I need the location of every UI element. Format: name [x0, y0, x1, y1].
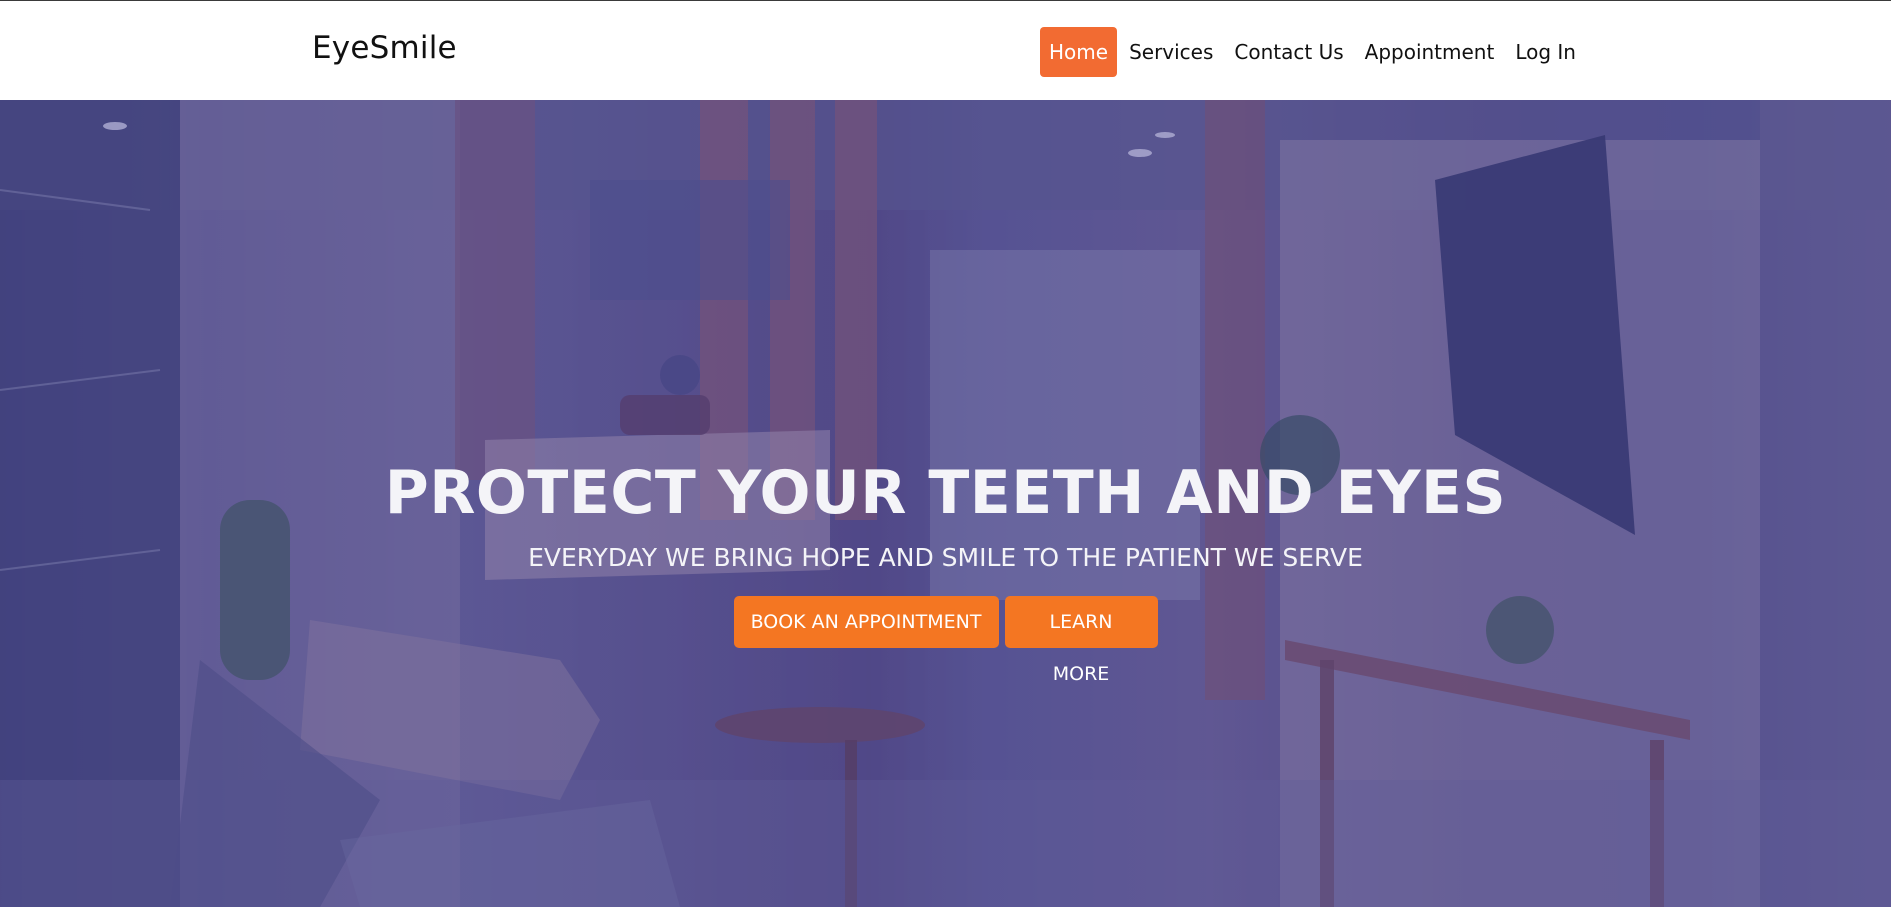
hero-section: PROTECT YOUR TEETH AND EYES EVERYDAY WE …	[0, 100, 1891, 907]
nav-item-services[interactable]: Services	[1120, 27, 1222, 77]
nav-item-contact-us[interactable]: Contact Us	[1225, 27, 1352, 77]
top-navbar: EyeSmile Home Services Contact Us Appoin…	[0, 0, 1891, 100]
brand-logo[interactable]: EyeSmile	[312, 30, 457, 66]
main-nav: Home Services Contact Us Appointment Log…	[1040, 27, 1588, 77]
book-appointment-button[interactable]: BOOK AN APPOINTMENT	[733, 596, 999, 648]
nav-item-home[interactable]: Home	[1040, 27, 1118, 77]
hero-actions: BOOK AN APPOINTMENT LEARN MORE	[0, 596, 1891, 685]
learn-more-button[interactable]: LEARN MORE	[1004, 596, 1158, 685]
hero-content: PROTECT YOUR TEETH AND EYES EVERYDAY WE …	[0, 457, 1891, 685]
hero-subtitle: EVERYDAY WE BRING HOPE AND SMILE TO THE …	[528, 543, 1363, 572]
nav-item-log-in[interactable]: Log In	[1506, 27, 1585, 77]
nav-item-appointment[interactable]: Appointment	[1356, 27, 1504, 77]
hero-title: PROTECT YOUR TEETH AND EYES	[384, 458, 1507, 528]
